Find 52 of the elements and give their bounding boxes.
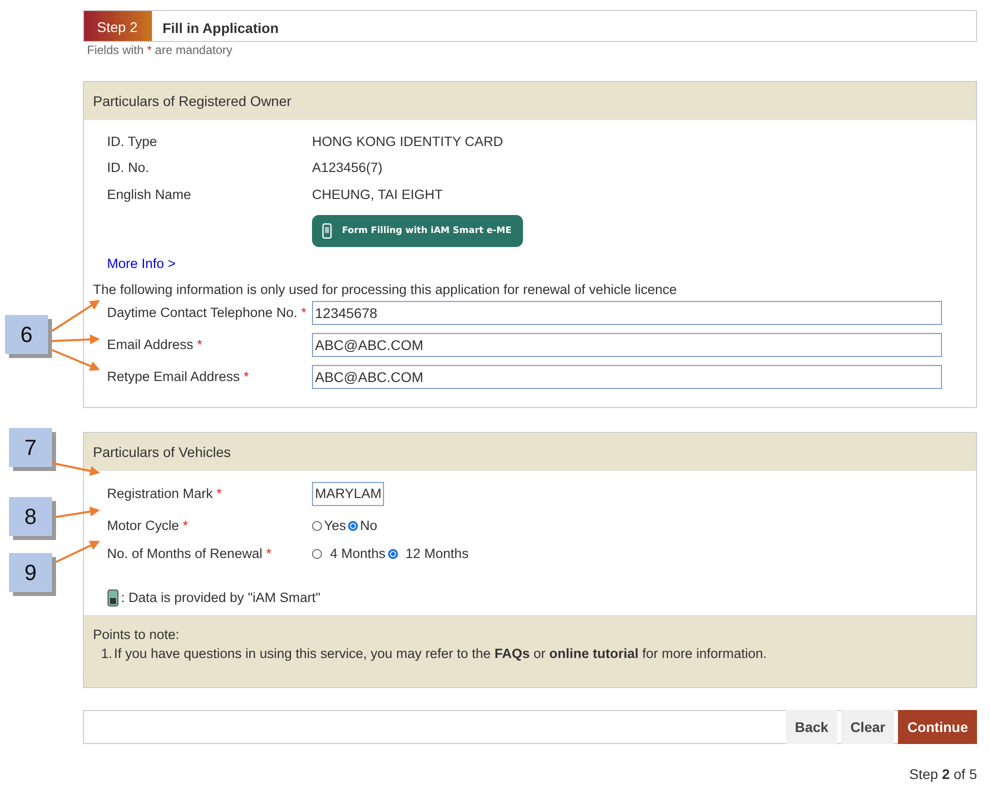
step-indicator: Step 2 of 5 (908, 766, 977, 782)
field-label: Registration Mark * (106, 486, 223, 501)
step-label: Step 2 (84, 11, 152, 41)
field-label: Retype Email Address * (106, 369, 250, 384)
field-value: A123456(7) (312, 160, 383, 176)
input-field[interactable]: ABC@ABC.COM (312, 364, 942, 388)
callout-number: 8 (9, 497, 52, 536)
field-value: CHEUNG, TAI EIGHT (312, 186, 443, 202)
section-title: Particulars of Vehicles (93, 444, 231, 460)
field-value: HONG KONG IDENTITY CARD (312, 134, 504, 149)
mandatory-note: Fields with * are mandatory (87, 43, 234, 57)
radio-button[interactable] (312, 520, 322, 530)
radio-button[interactable] (348, 520, 358, 530)
field-label: English Name (106, 186, 192, 202)
note-text: If you have questions in using this service, you may refer to the FAQs or online tutorial for more information. (114, 646, 767, 660)
iam-smart-button[interactable]: Form Filling with iAM Smart e-ME (312, 214, 523, 246)
phone-icon (107, 588, 119, 606)
field-label: ID. Type (106, 134, 158, 149)
radio-label: 4 Months (330, 546, 386, 561)
input-field[interactable]: MARYLAM (312, 482, 384, 506)
input-field[interactable]: 12345678 (312, 300, 942, 324)
radio-label: Yes (324, 518, 346, 533)
arrow (56, 506, 100, 518)
radio-button[interactable] (388, 548, 398, 558)
data-source-note: : Data is provided by "iAM Smart" (121, 590, 320, 605)
more-info-link[interactable]: More Info > (107, 256, 954, 276)
continue-button[interactable]: Continue (898, 710, 977, 744)
section-title: Particulars of Registered Owner (93, 93, 292, 109)
arrow (52, 334, 100, 344)
arrow (51, 300, 100, 332)
field-label: Motor Cycle * (106, 518, 190, 533)
input-field[interactable]: ABC@ABC.COM (312, 332, 942, 356)
notice-text: The following information is only used for processing this application for renewal of vehicle licence (93, 282, 678, 296)
callout-number: 9 (9, 553, 52, 592)
nav-button[interactable]: Clear (841, 710, 894, 744)
arrow (52, 462, 100, 476)
arrow (56, 540, 100, 563)
field-label: No. of Months of Renewal * (106, 546, 272, 561)
callout-number: 7 (9, 428, 52, 467)
radio-label: No (360, 518, 378, 533)
radio-button[interactable] (312, 548, 322, 558)
list-number: 1. (101, 646, 114, 660)
field-label: ID. No. (106, 160, 150, 176)
nav-button[interactable]: Back (786, 710, 838, 744)
notes-title: Points to note: (93, 626, 180, 642)
callout-number: 6 (5, 315, 48, 354)
phone-icon (322, 222, 332, 238)
step-title: Fill in Application (162, 19, 279, 36)
field-label: Daytime Contact Telephone No. * (106, 305, 308, 320)
radio-label: 12 Months (406, 546, 469, 561)
arrow (52, 349, 100, 371)
field-label: Email Address * (106, 337, 204, 352)
